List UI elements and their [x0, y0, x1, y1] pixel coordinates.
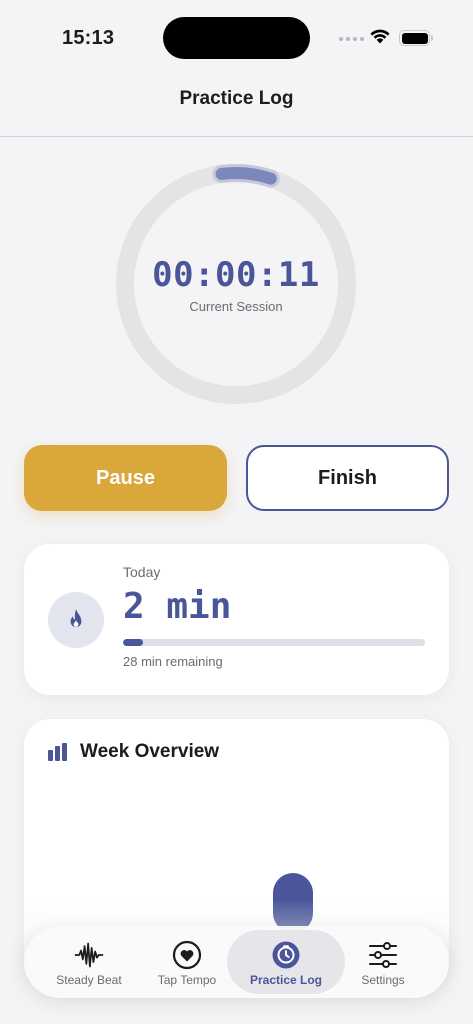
tab-label: Settings — [361, 973, 405, 987]
waveform-icon — [74, 940, 104, 970]
nav-divider — [0, 136, 473, 137]
week-overview-title: Week Overview — [80, 741, 220, 762]
heart-icon — [172, 940, 202, 970]
today-label: Today — [123, 564, 161, 580]
battery-cap — [431, 35, 433, 41]
page-title: Practice Log — [179, 88, 294, 109]
session-timer-ring: 00:00:11 Current Session — [115, 163, 357, 405]
wifi-icon — [369, 28, 391, 49]
tab-label: Steady Beat — [56, 973, 122, 987]
remaining-text: 28 min remaining — [123, 654, 223, 669]
timer-value: 00:00:11 — [152, 255, 320, 295]
status-bar: 15:13 — [0, 0, 473, 76]
dynamic-island — [163, 17, 310, 59]
finish-button[interactable]: Finish — [246, 445, 449, 511]
status-time: 15:13 — [62, 27, 115, 49]
today-minutes: 2 min — [123, 586, 232, 627]
timer-label: Current Session — [189, 299, 283, 314]
tab-label: Tap Tempo — [157, 973, 217, 987]
tab-settings[interactable]: Settings — [324, 930, 442, 994]
tab-label: Practice Log — [249, 973, 323, 987]
daily-goal-progress — [123, 639, 425, 646]
flame-icon — [70, 609, 82, 628]
flame-badge — [48, 592, 104, 648]
pause-button[interactable]: Pause — [24, 445, 227, 511]
timer-icon — [271, 940, 301, 970]
cellular-signal-icon — [339, 37, 364, 41]
bar-chart-icon — [48, 743, 67, 761]
battery-icon — [399, 30, 430, 46]
today-card: Today 2 min 28 min remaining — [24, 544, 449, 695]
week-day-bar — [272, 873, 313, 933]
daily-goal-progress-fill — [123, 639, 144, 646]
sliders-icon — [368, 940, 398, 970]
tab-bar: Steady Beat Tap Tempo Practice Log Setti… — [24, 926, 449, 998]
